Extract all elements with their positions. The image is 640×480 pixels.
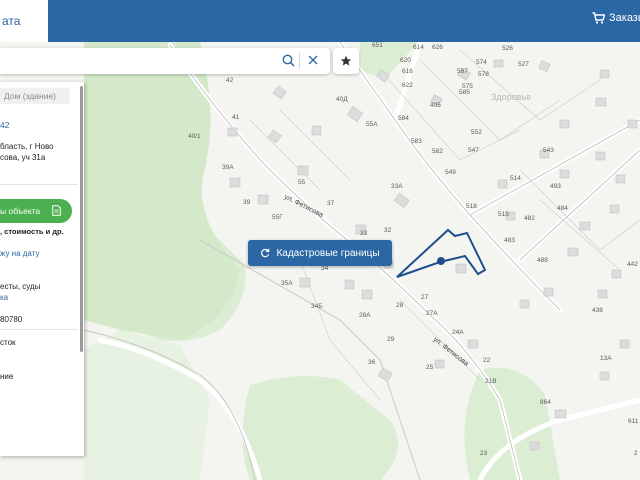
parcel-number-label: 587 — [457, 68, 468, 75]
parcel-number-label: 2 — [634, 450, 638, 457]
parcel-marker[interactable] — [437, 257, 445, 265]
object-data-description: , стоимость и др. — [0, 227, 64, 236]
parcel-number-label: 33 — [360, 230, 368, 237]
purpose-label: ние — [0, 372, 14, 381]
courts-link[interactable]: ка — [0, 293, 8, 302]
parcel-number-label: 55 — [298, 179, 306, 186]
parcel-number-label: 36 — [368, 359, 376, 366]
top-header: ата Заказы — [0, 0, 640, 42]
parcel-number-label: 514 — [510, 175, 521, 182]
parcel-number-label: 526 — [502, 45, 513, 52]
parcel-number-label: 620 — [400, 57, 411, 64]
object-data-button-label: ы объекта — [0, 206, 41, 216]
parcel-number-label: 27А — [426, 310, 438, 317]
cadastral-boundaries-button[interactable]: Кадастровые границы — [248, 240, 392, 266]
orders-link[interactable]: Заказы — [592, 12, 640, 24]
parcel-number-label: 518 — [466, 203, 477, 210]
parcel-number-label: 41 — [232, 114, 240, 121]
header-tab[interactable]: ата — [0, 0, 48, 42]
parcel-number-label: 42 — [226, 77, 234, 84]
tab-house-building[interactable]: Дом (здание) — [0, 88, 70, 104]
parcel-number-label: 29 — [387, 336, 395, 343]
parcel-number-label: 25 — [426, 364, 434, 371]
divider — [0, 184, 78, 185]
parcel-number-label: 39 — [243, 199, 251, 206]
parcel-number-label: 552 — [471, 129, 482, 136]
parcel-number-label: 484 — [557, 205, 568, 212]
search-icon[interactable] — [282, 54, 295, 67]
parcel-number-label: 482 — [524, 215, 535, 222]
parcel-number-label: 626 — [432, 44, 443, 51]
cadastral-boundaries-label: Кадастровые границы — [276, 247, 380, 259]
close-icon[interactable] — [307, 54, 319, 66]
map-viewport[interactable]: 651 614 626 526 620 616 622 587 578 527 42 41 40Д 405… — [0, 0, 640, 480]
land-label: сток — [0, 338, 16, 347]
parcel-number-label: 55Г — [272, 214, 283, 221]
parcel-number-label: 575 — [462, 83, 473, 90]
parcel-number-label: 582 — [432, 148, 443, 155]
cart-icon — [592, 12, 605, 24]
parcel-number-label: 527 — [518, 61, 529, 68]
document-icon — [52, 205, 61, 216]
parcel-number-label: 32 — [384, 227, 392, 234]
parcel-number-label: 28А — [359, 312, 371, 319]
date-link[interactable]: жу на дату — [0, 249, 39, 258]
parcel-number-label: 34Б — [311, 303, 323, 310]
parcel-number-label: 583 — [411, 138, 422, 145]
orders-label: Заказы — [609, 12, 640, 24]
parcel-number-label: 616 — [402, 68, 413, 75]
address-line: сова, уч 31а — [0, 153, 46, 162]
parcel-number-label: 23 — [480, 450, 488, 457]
divider — [0, 329, 78, 330]
parcel-number-label: 22 — [483, 357, 491, 364]
parcel-number-label: 37 — [327, 200, 335, 207]
parcel-number-label: 611 — [628, 418, 639, 425]
parcel-number-label: 21В — [485, 378, 497, 385]
star-icon — [340, 55, 352, 66]
parcel-number-label: 13А — [600, 355, 612, 362]
parcel-number-label: 515 — [498, 211, 509, 218]
panel-scrollbar[interactable] — [80, 86, 83, 352]
parcel-number-label: 27 — [421, 294, 429, 301]
parcel-number-label: 543 — [543, 147, 554, 154]
parcel-number-label: 578 — [478, 71, 489, 78]
parcel-number-label: 442 — [627, 261, 638, 268]
parcel-number-label: 55А — [366, 121, 378, 128]
refresh-icon — [261, 248, 270, 258]
object-data-button[interactable]: ы объекта — [0, 199, 72, 223]
cadastral-number[interactable]: 42 — [0, 120, 9, 130]
parcel-number-label: 488 — [537, 257, 548, 264]
parcel-number-label: 483 — [504, 237, 515, 244]
parcel-number-label: 33А — [391, 183, 403, 190]
parcel-number-label: 549 — [445, 169, 456, 176]
parcel-number-label: 28 — [396, 302, 404, 309]
parcel-number-label: 405 — [430, 102, 441, 109]
parcel-number-label: 574 — [476, 59, 487, 66]
parcel-number-label: 40Д — [336, 96, 348, 103]
search-bar[interactable] — [0, 48, 330, 74]
parcel-number-label: 34 — [321, 265, 329, 272]
parcel-number-label: 622 — [402, 82, 413, 89]
favorite-button[interactable] — [333, 48, 359, 74]
parcel-number-label: 547 — [468, 147, 479, 154]
parcel-number-label: 438 — [592, 307, 603, 314]
parcel-number-label: 35А — [281, 280, 293, 287]
parcel-number-label: 584 — [398, 115, 409, 122]
parcel-number-label: 24А — [452, 329, 464, 336]
search-input[interactable] — [6, 52, 280, 70]
parcel-number-label: 585 — [459, 89, 470, 96]
parcel-number-label: 614 — [413, 44, 424, 51]
parcel-number-label: 493 — [550, 183, 561, 190]
address-line: бласть, г Ново — [0, 142, 54, 151]
district-label: Здоровье — [491, 92, 531, 102]
object-info-panel: Дом (здание) 42 бласть, г Ново сова, уч … — [0, 82, 84, 456]
parcel-number-label: 864 — [540, 399, 551, 406]
search-divider — [299, 53, 300, 69]
code-value: 80780 — [0, 315, 23, 324]
parcel-number-label: 40/1 — [188, 133, 201, 140]
parcel-number-label: 39А — [222, 164, 234, 171]
courts-text: есты, суды — [0, 282, 41, 291]
parcel-number-label: 651 — [372, 42, 383, 49]
